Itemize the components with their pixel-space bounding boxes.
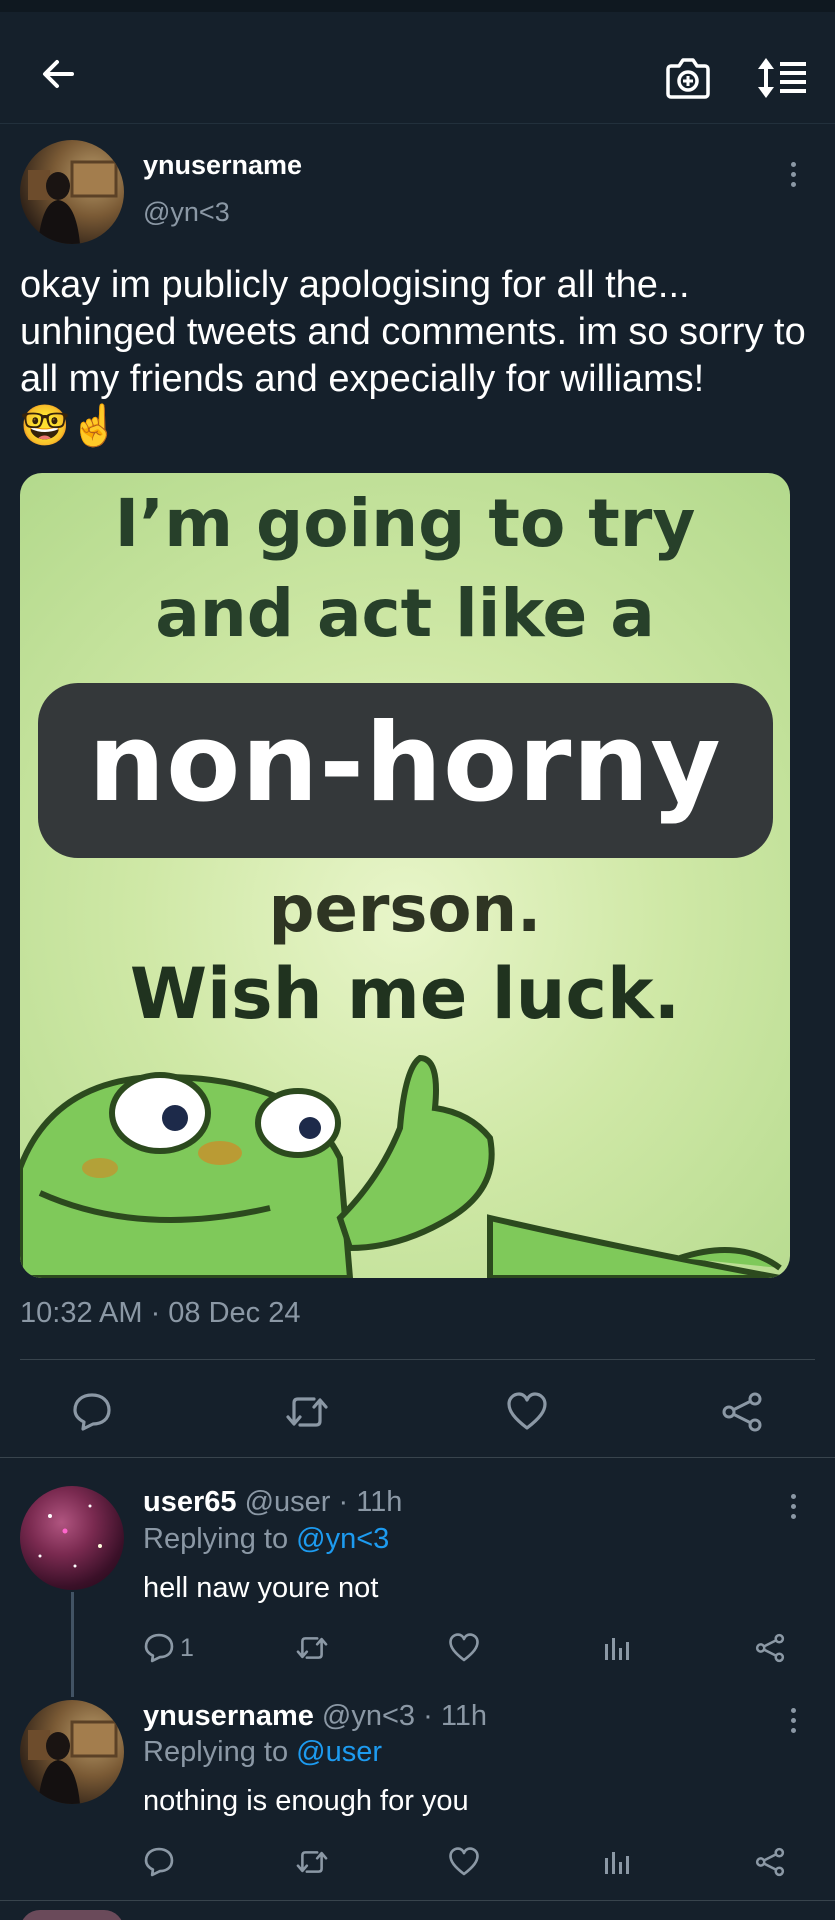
reply-button[interactable] <box>65 1385 119 1439</box>
tweet-media-image[interactable]: I’m going to try and act like a non-horn… <box>20 473 790 1278</box>
dot <box>790 1493 796 1499</box>
dot <box>790 1727 796 1733</box>
camera-button[interactable] <box>658 48 718 108</box>
retweet-button[interactable] <box>294 1844 330 1880</box>
reply-handle-time: @yn<3 · 11h <box>321 1700 488 1732</box>
meme-line-3: person. <box>268 873 542 947</box>
like-button[interactable] <box>446 1844 482 1880</box>
sort-list-icon <box>758 58 806 98</box>
dot <box>790 171 796 177</box>
replying-to-link[interactable]: @user <box>296 1736 382 1768</box>
comment-icon <box>144 1847 174 1877</box>
top-app-bar <box>0 12 835 124</box>
frog-illustration <box>20 1054 782 1278</box>
heart-icon <box>449 1847 479 1876</box>
avatar-image <box>38 1504 102 1568</box>
reply-button[interactable] <box>141 1630 177 1666</box>
reply-button[interactable] <box>141 1844 177 1880</box>
share-button[interactable] <box>715 1385 769 1439</box>
retweet-icon <box>286 1397 328 1427</box>
dot <box>790 1707 796 1713</box>
tweet-timestamp: 10:32 AM · 08 Dec 24 <box>20 1297 301 1329</box>
more-options-button[interactable] <box>783 1700 803 1740</box>
author-avatar[interactable] <box>20 140 124 244</box>
more-options-button[interactable] <box>783 1486 803 1526</box>
more-options-button[interactable] <box>783 154 803 194</box>
next-reply-avatar-partial <box>20 1910 124 1920</box>
share-button[interactable] <box>752 1630 788 1666</box>
tweet-body: okay im publicly apologising for all the… <box>20 264 806 400</box>
dot <box>790 181 796 187</box>
reply-header: user65 @user · 11h <box>143 1486 402 1519</box>
reply-avatar[interactable] <box>20 1486 124 1590</box>
meme-band-text: non-horny <box>88 701 722 826</box>
thread-connector <box>71 1592 74 1697</box>
retweet-icon <box>296 1637 328 1659</box>
views-icon <box>605 1638 629 1660</box>
divider <box>0 1900 835 1901</box>
avatar-image <box>28 160 118 244</box>
reply-display-name[interactable]: ynusername <box>143 1700 314 1732</box>
tweet-emojis: 🤓☝️ <box>20 404 120 448</box>
reply-avatar[interactable] <box>20 1700 124 1804</box>
meme-line-2: and act like a <box>155 575 655 652</box>
tweet-text: okay im publicly apologising for all the… <box>20 262 820 451</box>
reply-display-name[interactable]: user65 <box>143 1486 237 1518</box>
author-handle[interactable]: @yn<3 <box>143 197 230 228</box>
meme-line-1: I’m going to try <box>114 485 696 562</box>
reply-header: ynusername @yn<3 · 11h <box>143 1700 487 1733</box>
retweet-button[interactable] <box>294 1630 330 1666</box>
replying-prefix: Replying to <box>143 1523 297 1555</box>
replying-to-link[interactable]: @yn<3 <box>296 1523 389 1555</box>
divider <box>20 1359 815 1360</box>
dot <box>790 1503 796 1509</box>
share-icon <box>722 1392 762 1432</box>
arrow-left-icon <box>43 60 74 88</box>
views-button[interactable] <box>598 1844 634 1880</box>
share-icon <box>755 1847 785 1877</box>
avatar-image <box>28 1720 118 1804</box>
comment-icon <box>73 1393 111 1431</box>
like-button[interactable] <box>500 1385 554 1439</box>
comment-icon <box>144 1633 174 1663</box>
author-display-name[interactable]: ynusername <box>143 150 302 181</box>
reply-text: nothing is enough for you <box>143 1785 469 1817</box>
dot <box>790 161 796 167</box>
share-button[interactable] <box>752 1844 788 1880</box>
sort-button[interactable] <box>752 48 812 108</box>
share-icon <box>755 1633 785 1663</box>
heart-icon <box>449 1633 479 1662</box>
reply-handle-time: @user · 11h <box>244 1486 403 1518</box>
replying-to: Replying to @user <box>143 1736 382 1769</box>
status-bar <box>0 0 835 12</box>
views-button[interactable] <box>598 1630 634 1666</box>
dot <box>790 1513 796 1519</box>
heart-icon <box>507 1392 547 1430</box>
retweet-button[interactable] <box>280 1385 334 1439</box>
replying-prefix: Replying to <box>143 1736 297 1768</box>
back-button[interactable] <box>30 46 86 102</box>
like-button[interactable] <box>446 1630 482 1666</box>
divider <box>0 1457 835 1458</box>
replying-to: Replying to @yn<3 <box>143 1523 389 1556</box>
retweet-icon <box>296 1851 328 1873</box>
dot <box>790 1717 796 1723</box>
camera-plus-icon <box>666 58 710 99</box>
views-icon <box>605 1852 629 1874</box>
reply-text: hell naw youre not <box>143 1572 379 1604</box>
reply-count: 1 <box>180 1634 194 1662</box>
